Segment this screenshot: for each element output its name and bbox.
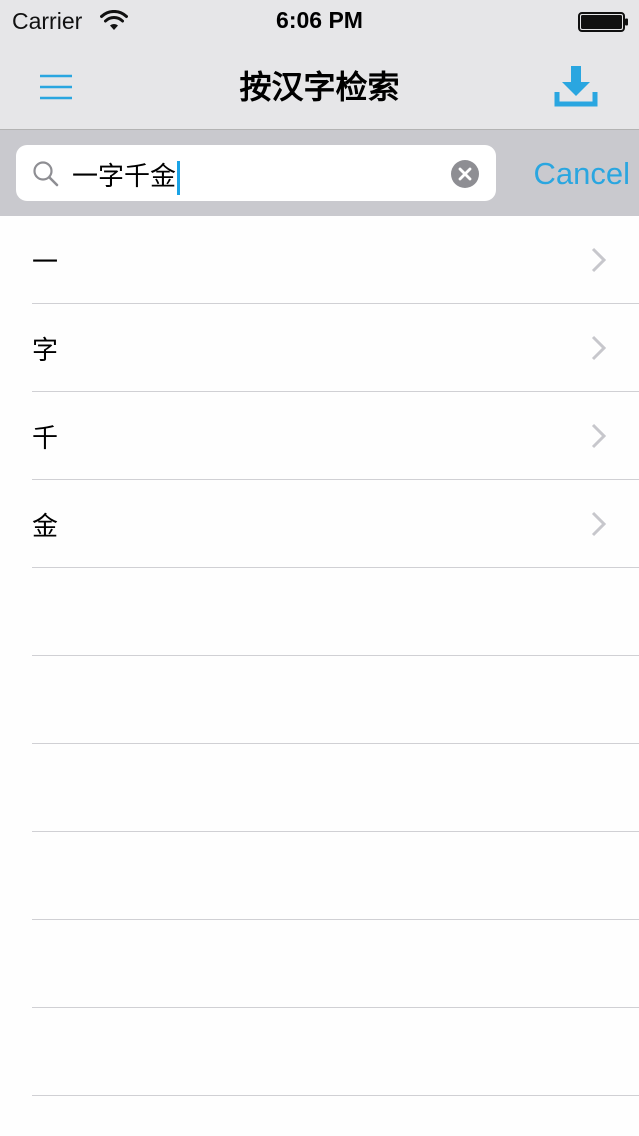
empty-row xyxy=(32,568,639,656)
text-cursor xyxy=(177,160,181,195)
clear-icon[interactable] xyxy=(450,159,480,189)
chevron-right-icon xyxy=(591,335,607,361)
list-item[interactable]: 千 xyxy=(32,392,639,480)
status-time: 6:06 PM xyxy=(276,7,363,33)
navigation-bar: 按汉字检索 xyxy=(0,42,639,130)
empty-row xyxy=(32,832,639,920)
chevron-right-icon xyxy=(591,511,607,537)
list-item-label: 一 xyxy=(32,248,59,278)
result-list: 一 字 千 金 xyxy=(0,216,639,1096)
list-item-label: 字 xyxy=(32,336,59,366)
list-item[interactable]: 一 xyxy=(32,216,639,304)
search-bar: 一字千金 Cancel xyxy=(0,130,639,216)
empty-row xyxy=(32,920,639,1008)
list-item-label: 千 xyxy=(32,424,59,454)
search-icon xyxy=(33,161,59,187)
battery-icon xyxy=(578,12,628,32)
cancel-button[interactable]: Cancel xyxy=(510,156,631,192)
empty-row xyxy=(32,744,639,832)
chevron-right-icon xyxy=(591,247,607,273)
chevron-right-icon xyxy=(591,423,607,449)
status-bar: Carrier 6:06 PM xyxy=(0,0,639,42)
search-text: 一字千金 xyxy=(72,162,177,192)
list-item[interactable]: 金 xyxy=(32,480,639,568)
page-title: 按汉字检索 xyxy=(239,68,400,106)
list-item[interactable]: 字 xyxy=(32,304,639,392)
search-input-value: 一字千金 xyxy=(72,156,181,195)
empty-row xyxy=(32,1008,639,1096)
search-input[interactable]: 一字千金 xyxy=(16,145,496,201)
empty-row xyxy=(32,656,639,744)
list-item-label: 金 xyxy=(32,512,59,542)
download-icon[interactable] xyxy=(552,62,600,110)
